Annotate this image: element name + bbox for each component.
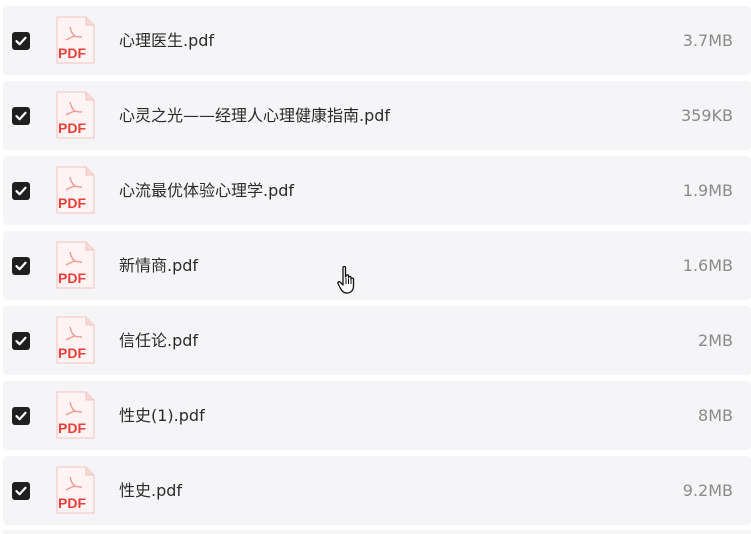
file-name: 心流最优体验心理学.pdf <box>119 181 295 200</box>
pdf-icon-label: PDF <box>58 495 86 511</box>
file-name: 性史(1).pdf <box>119 406 205 425</box>
file-size: 2MB <box>698 331 733 350</box>
pdf-icon-label: PDF <box>58 420 86 436</box>
file-name: 新情商.pdf <box>119 256 199 275</box>
file-name: 心灵之光——经理人心理健康指南.pdf <box>119 106 391 125</box>
file-name: 信任论.pdf <box>119 331 199 350</box>
file-size: 9.2MB <box>682 481 733 500</box>
file-checkbox[interactable] <box>12 32 30 50</box>
pdf-icon-label: PDF <box>58 45 86 61</box>
file-row[interactable]: PDF 性史.pdf 9.2MB <box>3 456 751 525</box>
file-name: 性史.pdf <box>119 481 183 500</box>
pdf-icon: PDF <box>53 16 95 64</box>
file-checkbox[interactable] <box>12 107 30 125</box>
file-row[interactable]: PDF 心流最优体验心理学.pdf 1.9MB <box>3 156 751 225</box>
pdf-icon-label: PDF <box>58 345 86 361</box>
file-row[interactable]: PDF 心理医生.pdf 3.7MB <box>3 6 751 75</box>
hand-cursor-icon <box>336 265 360 295</box>
file-size: 359KB <box>680 106 733 125</box>
pdf-icon: PDF <box>53 241 95 289</box>
file-name: 心理医生.pdf <box>119 31 215 50</box>
pdf-icon-label: PDF <box>58 195 86 211</box>
pdf-icon: PDF <box>53 391 95 439</box>
file-size: 8MB <box>698 406 733 425</box>
file-checkbox[interactable] <box>12 482 30 500</box>
pdf-icon-label: PDF <box>58 120 86 136</box>
file-checkbox[interactable] <box>12 257 30 275</box>
file-checkbox[interactable] <box>12 182 30 200</box>
pdf-icon: PDF <box>53 316 95 364</box>
file-row[interactable]: PDF 信任论.pdf 2MB <box>3 306 751 375</box>
file-row[interactable]: PDF 性史(1).pdf 8MB <box>3 381 751 450</box>
file-checkbox[interactable] <box>12 332 30 350</box>
file-list: PDF 心理医生.pdf 3.7MB PDF 心灵之光——经理人心理健康指南.p… <box>0 0 751 534</box>
pdf-icon: PDF <box>53 91 95 139</box>
next-row-edge <box>3 530 751 534</box>
file-row[interactable]: PDF 新情商.pdf 1.6MB <box>3 231 751 300</box>
pdf-icon: PDF <box>53 166 95 214</box>
file-row[interactable]: PDF 心灵之光——经理人心理健康指南.pdf 359KB <box>3 81 751 150</box>
file-checkbox[interactable] <box>12 407 30 425</box>
file-size: 1.9MB <box>682 181 733 200</box>
pdf-icon: PDF <box>53 466 95 514</box>
file-size: 1.6MB <box>682 256 733 275</box>
pdf-icon-label: PDF <box>58 270 86 286</box>
file-size: 3.7MB <box>682 31 733 50</box>
